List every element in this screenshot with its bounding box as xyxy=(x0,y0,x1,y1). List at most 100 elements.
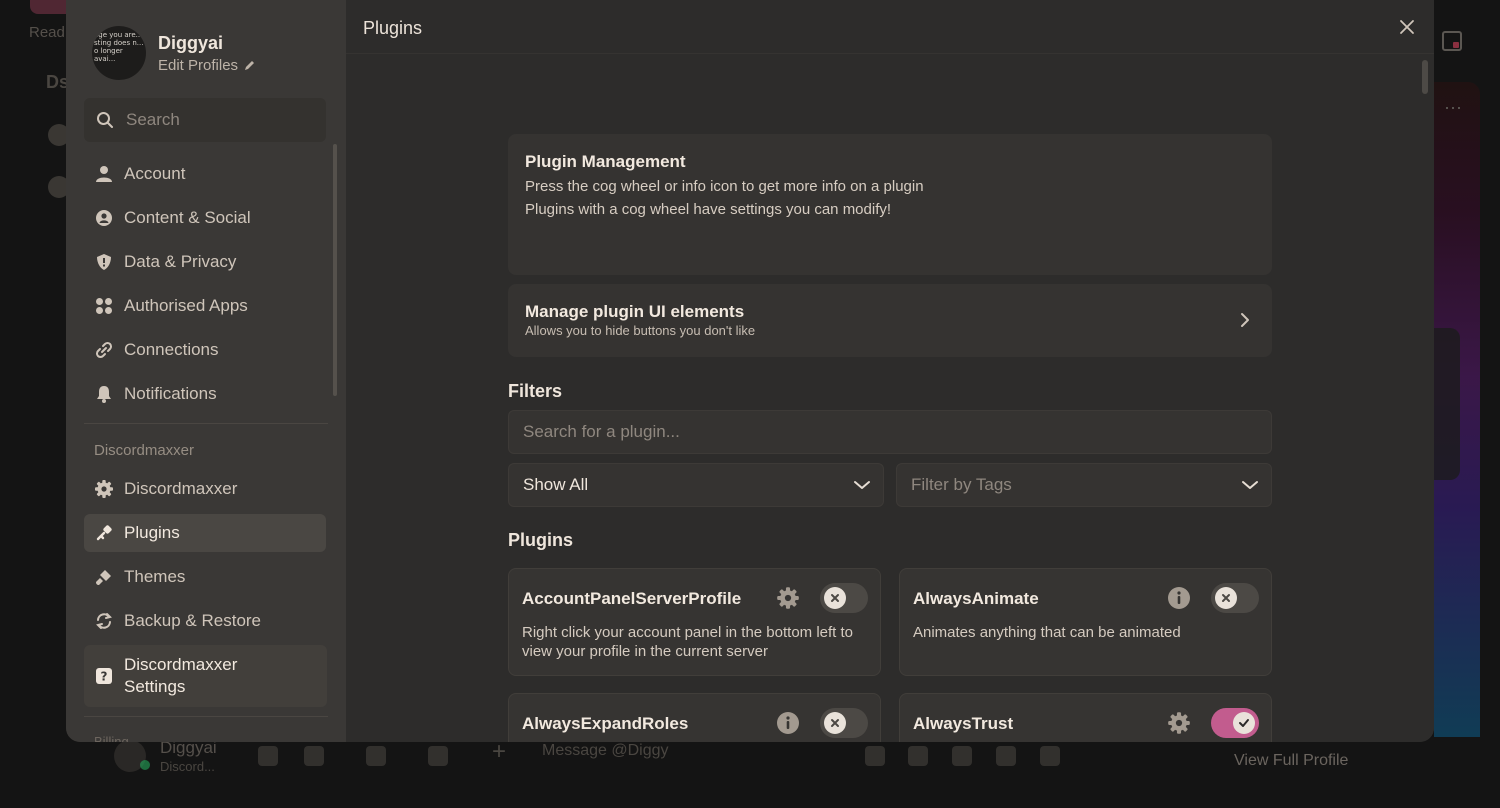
plugin-card-always-expand-roles: AlwaysExpandRoles xyxy=(508,693,881,742)
chevron-right-icon xyxy=(1241,313,1249,327)
plugin-settings-button[interactable] xyxy=(775,585,801,611)
background-view-full-profile: View Full Profile xyxy=(1234,752,1349,769)
plugin-name: AlwaysAnimate xyxy=(913,589,1039,608)
link-icon xyxy=(94,340,114,360)
edit-profiles-link[interactable]: Edit Profiles xyxy=(158,57,256,74)
close-icon xyxy=(1400,20,1414,34)
manage-ui-elements-title: Manage plugin UI elements xyxy=(525,302,745,321)
settings-box-icon: ? xyxy=(94,666,114,686)
gear-icon xyxy=(1168,712,1190,734)
sidebar-item-label: Content & Social xyxy=(124,208,251,227)
plugin-settings-button[interactable] xyxy=(1166,710,1192,736)
info-icon xyxy=(1168,587,1190,609)
sidebar-item-plugins[interactable]: Plugins xyxy=(84,514,326,552)
plugin-search-input[interactable]: Search for a plugin... xyxy=(508,410,1272,454)
plugin-card-always-trust: AlwaysTrust xyxy=(899,693,1272,742)
sidebar-search-input[interactable]: Search xyxy=(84,98,326,142)
toggle-knob xyxy=(1215,587,1237,609)
sidebar-item-label: Backup & Restore xyxy=(124,611,262,630)
plugin-description: Animates anything that can be animated xyxy=(913,624,1181,641)
page-title: Plugins xyxy=(363,18,423,38)
filters-heading: Filters xyxy=(508,381,563,401)
sidebar-item-authorised-apps[interactable]: Authorised Apps xyxy=(84,287,326,325)
background-sticker-icon xyxy=(952,746,972,766)
tags-filter-placeholder: Filter by Tags xyxy=(911,475,1012,494)
plugin-info-button[interactable] xyxy=(775,710,801,736)
background-attach-icon: + xyxy=(492,738,507,765)
sidebar-divider xyxy=(84,716,328,717)
manage-ui-elements-subtitle: Allows you to hide buttons you don't lik… xyxy=(525,323,756,338)
plugin-info-button[interactable] xyxy=(1166,585,1192,611)
sidebar-item-label: Notifications xyxy=(124,384,217,403)
sidebar-item-label: Account xyxy=(124,164,186,183)
sidebar-item-themes[interactable]: Themes xyxy=(84,558,326,596)
gear-icon xyxy=(777,587,799,609)
background-inbox-icon xyxy=(1442,31,1462,51)
apps-icon xyxy=(94,296,114,316)
close-icon xyxy=(831,719,839,727)
close-button[interactable] xyxy=(1396,16,1418,38)
plugin-card-always-animate: AlwaysAnimate Animates anything that can… xyxy=(899,568,1272,676)
sidebar-item-label: Plugins xyxy=(124,523,180,542)
sidebar-item-account[interactable]: Account xyxy=(84,155,326,193)
plugin-card-account-panel-server-profile: AccountPanelServerProfile Right click yo… xyxy=(508,568,881,676)
sidebar-item-label: Discordmaxxer xyxy=(124,479,238,498)
background-profile-card xyxy=(1434,328,1460,480)
sidebar-divider xyxy=(84,423,328,424)
sidebar-item-content-social[interactable]: Content & Social xyxy=(84,199,326,237)
plugin-toggle[interactable] xyxy=(820,708,868,738)
sidebar-search-placeholder: Search xyxy=(126,110,180,129)
background-gif-icon xyxy=(908,746,928,766)
plugin-toggle[interactable] xyxy=(820,583,868,613)
background-more-icon: ⋯ xyxy=(1444,98,1462,118)
sidebar-item-discordmaxxer-settings[interactable]: ? Discordmaxxer Settings xyxy=(84,645,327,707)
header-divider xyxy=(346,53,1434,54)
background-bottom-bar: Diggyai Discord... + Message @Diggy xyxy=(110,738,1085,780)
settings-content: Plugins Plugin Management Press the cog … xyxy=(346,0,1434,742)
sidebar-item-label: Authorised Apps xyxy=(124,296,248,315)
plugin-search-placeholder: Search for a plugin... xyxy=(523,422,680,441)
toggle-knob xyxy=(824,587,846,609)
plugin-name: AccountPanelServerProfile xyxy=(522,589,742,608)
sidebar-section-label: Discordmaxxer xyxy=(94,442,195,459)
background-apps-icon xyxy=(1040,746,1060,766)
sidebar-item-notifications[interactable]: Notifications xyxy=(84,375,326,413)
plugin-description: Right click your account panel in the bo… xyxy=(522,624,854,660)
sidebar-item-data-privacy[interactable]: Data & Privacy xyxy=(84,243,326,281)
plugin-name: AlwaysTrust xyxy=(913,714,1014,733)
show-filter-select[interactable]: Show All xyxy=(508,463,884,507)
content-scrollbar[interactable] xyxy=(1422,60,1428,94)
search-icon xyxy=(97,112,113,128)
sync-icon xyxy=(94,611,114,631)
sidebar-clipped-section: Billing xyxy=(94,734,129,742)
plugin-toggle[interactable] xyxy=(1211,583,1259,613)
background-message-input: Message @Diggy xyxy=(542,742,669,759)
sidebar-item-discordmaxxer[interactable]: Discordmaxxer xyxy=(84,470,326,508)
plugin-management-card: Plugin Management Press the cog wheel or… xyxy=(508,134,1272,275)
profile-header[interactable]: age you are... sting does n... o longer … xyxy=(92,26,256,80)
chevron-down-icon xyxy=(1242,481,1258,489)
settings-sidebar: age you are... sting does n... o longer … xyxy=(66,0,346,742)
plugins-heading: Plugins xyxy=(508,530,574,550)
background-user-status: Discord... xyxy=(160,759,215,774)
info-icon xyxy=(777,712,799,734)
sidebar-scrollbar[interactable] xyxy=(333,144,337,396)
background-mute-icon xyxy=(304,746,324,766)
show-filter-value: Show All xyxy=(523,475,589,494)
sidebar-item-backup-restore[interactable]: Backup & Restore xyxy=(84,602,326,640)
close-icon xyxy=(1222,594,1230,602)
tags-filter-select[interactable]: Filter by Tags xyxy=(896,463,1272,507)
check-icon xyxy=(1239,719,1249,727)
plugin-toggle[interactable] xyxy=(1211,708,1259,738)
edit-profiles-label: Edit Profiles xyxy=(158,56,239,74)
background-gift-icon xyxy=(865,746,885,766)
background-emoji-icon xyxy=(996,746,1016,766)
manage-ui-elements-card[interactable]: Manage plugin UI elements Allows you to … xyxy=(508,284,1272,357)
sidebar-item-label: Connections xyxy=(124,340,219,359)
plugin-management-line1: Press the cog wheel or info icon to get … xyxy=(525,178,924,195)
gear-icon xyxy=(94,479,114,499)
background-read-label: Read xyxy=(29,24,65,41)
sidebar-item-connections[interactable]: Connections xyxy=(84,331,326,369)
avatar-image-text: age you are... sting does n... o longer … xyxy=(94,31,144,63)
toggle-knob xyxy=(824,712,846,734)
